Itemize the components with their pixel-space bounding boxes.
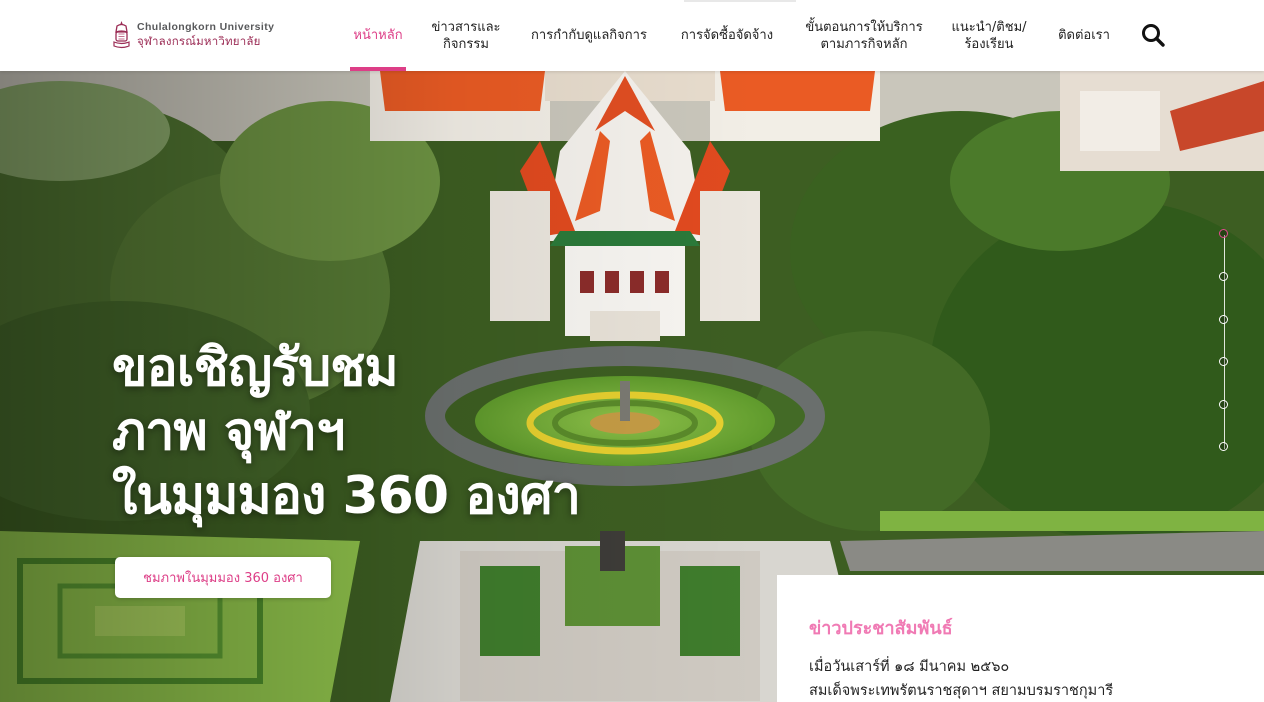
logo-text: Chulalongkorn University จุฬาลงกรณ์มหาวิ… [137, 21, 274, 49]
phra-kiao-emblem-icon [112, 20, 131, 50]
slide-dot-2[interactable] [1219, 272, 1228, 281]
press-release-heading: ข่าวประชาสัมพันธ์ [809, 618, 953, 639]
pagination-line [1224, 235, 1225, 449]
nav-item-home[interactable]: หน้าหลัก [350, 0, 406, 71]
press-release-card[interactable]: ข่าวประชาสัมพันธ์ เมื่อวันเสาร์ที่ ๑๘ มี… [777, 575, 1264, 702]
brand-name-en: Chulalongkorn University [137, 21, 275, 33]
brand-name-th: จุฬาลงกรณ์มหาวิทยาลัย [137, 34, 261, 48]
view-360-button[interactable]: ชมภาพในมุมมอง 360 องศา [115, 557, 331, 598]
nav-item-contact[interactable]: ติดต่อเรา [1052, 0, 1116, 71]
nav-label: การกำกับดูแลกิจการ [531, 28, 647, 43]
hero-headline: ขอเชิญรับชม ภาพ จุฬาฯ ในมุมมอง 360 องศา [112, 336, 752, 528]
nav-label: ขั้นตอนการให้บริการ ตามภารกิจหลัก [805, 19, 923, 52]
hero-banner: ขอเชิญรับชม ภาพ จุฬาฯ ในมุมมอง 360 องศา … [0, 71, 1264, 702]
nav-label: แนะนำ/ติชม/ ร้องเรียน [951, 19, 1027, 52]
slide-pagination [1214, 229, 1236, 459]
nav-label: การจัดซื้อจัดจ้าง [680, 28, 774, 43]
nav-item-procurement[interactable]: การจัดซื้อจัดจ้าง [674, 0, 780, 71]
slide-dot-3[interactable] [1219, 315, 1228, 324]
slide-dot-1[interactable] [1219, 229, 1228, 238]
press-release-date: เมื่อวันเสาร์ที่ ๑๘ มีนาคม ๒๕๖๐ [809, 659, 1010, 675]
search-icon[interactable] [1140, 22, 1166, 48]
slide-dot-6[interactable] [1219, 442, 1228, 451]
hero-headline-line: ภาพ จุฬาฯ [112, 402, 345, 462]
nav-label: ข่าวสารและ กิจกรรม [431, 19, 501, 52]
site-header: Chulalongkorn University จุฬาลงกรณ์มหาวิ… [0, 0, 1264, 71]
hero-headline-line: ขอเชิญรับชม [112, 338, 399, 398]
nav-item-service-procedures[interactable]: ขั้นตอนการให้บริการ ตามภารกิจหลัก [800, 0, 928, 71]
slide-dot-4[interactable] [1219, 357, 1228, 366]
nav-item-feedback-complaints[interactable]: แนะนำ/ติชม/ ร้องเรียน [944, 0, 1034, 71]
active-nav-underline [350, 67, 406, 71]
university-logo[interactable]: Chulalongkorn University จุฬาลงกรณ์มหาวิ… [112, 19, 274, 51]
nav-label: หน้าหลัก [353, 28, 403, 43]
hero-headline-line: ในมุมมอง 360 องศา [112, 466, 581, 526]
slide-dot-5[interactable] [1219, 400, 1228, 409]
nav-label: ติดต่อเรา [1058, 28, 1110, 43]
nav-item-governance[interactable]: การกำกับดูแลกิจการ [526, 0, 652, 71]
nav-item-news-activities[interactable]: ข่าวสารและ กิจกรรม [424, 0, 508, 71]
press-release-summary: สมเด็จพระเทพรัตนราชสุดาฯ สยามบรมราชกุมาร… [809, 683, 1114, 699]
